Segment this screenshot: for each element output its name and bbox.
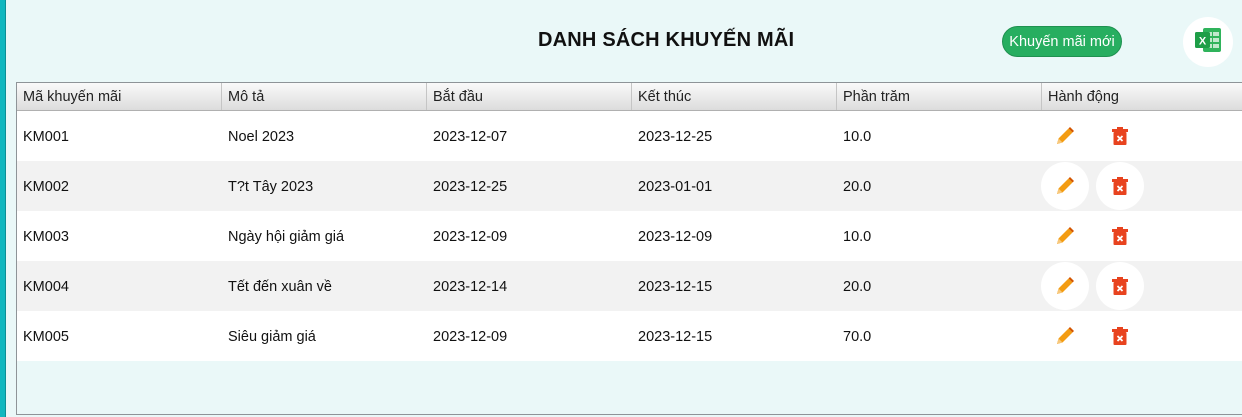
cell-description: Noel 2023 <box>228 129 295 145</box>
cell-code: KM003 <box>23 229 69 245</box>
excel-icon: X <box>1193 25 1223 60</box>
edit-button[interactable] <box>1041 112 1089 160</box>
cell-percent: 20.0 <box>843 279 872 295</box>
cell-start: 2023-12-09 <box>433 329 508 345</box>
cell-start: 2023-12-14 <box>433 279 508 295</box>
column-header-actions[interactable]: Hành động <box>1042 83 1242 110</box>
cell-description: Ngày hội giảm giá <box>228 229 345 245</box>
column-header-percent[interactable]: Phần trăm <box>837 83 1042 110</box>
cell-start: 2023-12-09 <box>433 229 508 245</box>
edit-button[interactable] <box>1041 162 1089 210</box>
cell-percent: 10.0 <box>843 129 872 145</box>
cell-end: 2023-12-15 <box>638 329 713 345</box>
delete-button[interactable] <box>1096 212 1144 260</box>
export-excel-button[interactable]: X <box>1183 17 1233 67</box>
cell-code: KM005 <box>23 329 69 345</box>
pencil-icon <box>1057 277 1074 294</box>
delete-button[interactable] <box>1096 312 1144 360</box>
cell-end: 2023-12-09 <box>638 229 713 245</box>
column-header-end[interactable]: Kết thúc <box>632 83 837 110</box>
table-row[interactable]: KM003 Ngày hội giảm giá 2023-12-09 2023-… <box>17 211 1242 261</box>
cell-end: 2023-01-01 <box>638 179 713 195</box>
cell-end: 2023-12-25 <box>638 129 713 145</box>
column-header-code[interactable]: Mã khuyến mãi <box>17 83 222 110</box>
left-accent-border <box>5 0 6 417</box>
cell-description: T?t Tây 2023 <box>228 179 314 195</box>
trash-icon <box>1112 327 1128 345</box>
edit-button[interactable] <box>1041 262 1089 310</box>
column-header-description[interactable]: Mô tả <box>222 83 427 110</box>
cell-start: 2023-12-07 <box>433 129 508 145</box>
cell-percent: 70.0 <box>843 329 872 345</box>
page-title: DANH SÁCH KHUYẾN MÃI <box>538 29 795 51</box>
svg-text:X: X <box>1199 35 1207 47</box>
pencil-icon <box>1057 127 1074 144</box>
cell-description: Siêu giảm giá <box>228 329 316 345</box>
table-header: Mã khuyến mãi Mô tả Bắt đầu Kết thúc Phầ… <box>17 83 1242 111</box>
cell-description: Tết đến xuân về <box>228 279 332 295</box>
new-promotion-button[interactable]: Khuyến mãi mới <box>1002 26 1122 57</box>
trash-icon <box>1112 227 1128 245</box>
cell-percent: 20.0 <box>843 179 872 195</box>
trash-icon <box>1112 277 1128 295</box>
trash-icon <box>1112 127 1128 145</box>
table-row[interactable]: KM004 Tết đến xuân về 2023-12-14 2023-12… <box>17 261 1242 311</box>
cell-code: KM004 <box>23 279 69 295</box>
pencil-icon <box>1057 327 1074 344</box>
cell-code: KM002 <box>23 179 69 195</box>
pencil-icon <box>1057 177 1074 194</box>
table-row[interactable]: KM001 Noel 2023 2023-12-07 2023-12-25 10… <box>17 111 1242 161</box>
column-header-start[interactable]: Bắt đầu <box>427 83 632 110</box>
cell-end: 2023-12-15 <box>638 279 713 295</box>
table-row[interactable]: KM005 Siêu giảm giá 2023-12-09 2023-12-1… <box>17 311 1242 361</box>
table-row[interactable]: KM002 T?t Tây 2023 2023-12-25 2023-01-01… <box>17 161 1242 211</box>
delete-button[interactable] <box>1096 112 1144 160</box>
trash-icon <box>1112 177 1128 195</box>
edit-button[interactable] <box>1041 312 1089 360</box>
cell-code: KM001 <box>23 129 69 145</box>
delete-button[interactable] <box>1096 162 1144 210</box>
delete-button[interactable] <box>1096 262 1144 310</box>
edit-button[interactable] <box>1041 212 1089 260</box>
promotions-table: Mã khuyến mãi Mô tả Bắt đầu Kết thúc Phầ… <box>16 82 1242 415</box>
cell-percent: 10.0 <box>843 229 872 245</box>
cell-start: 2023-12-25 <box>433 179 508 195</box>
pencil-icon <box>1057 227 1074 244</box>
